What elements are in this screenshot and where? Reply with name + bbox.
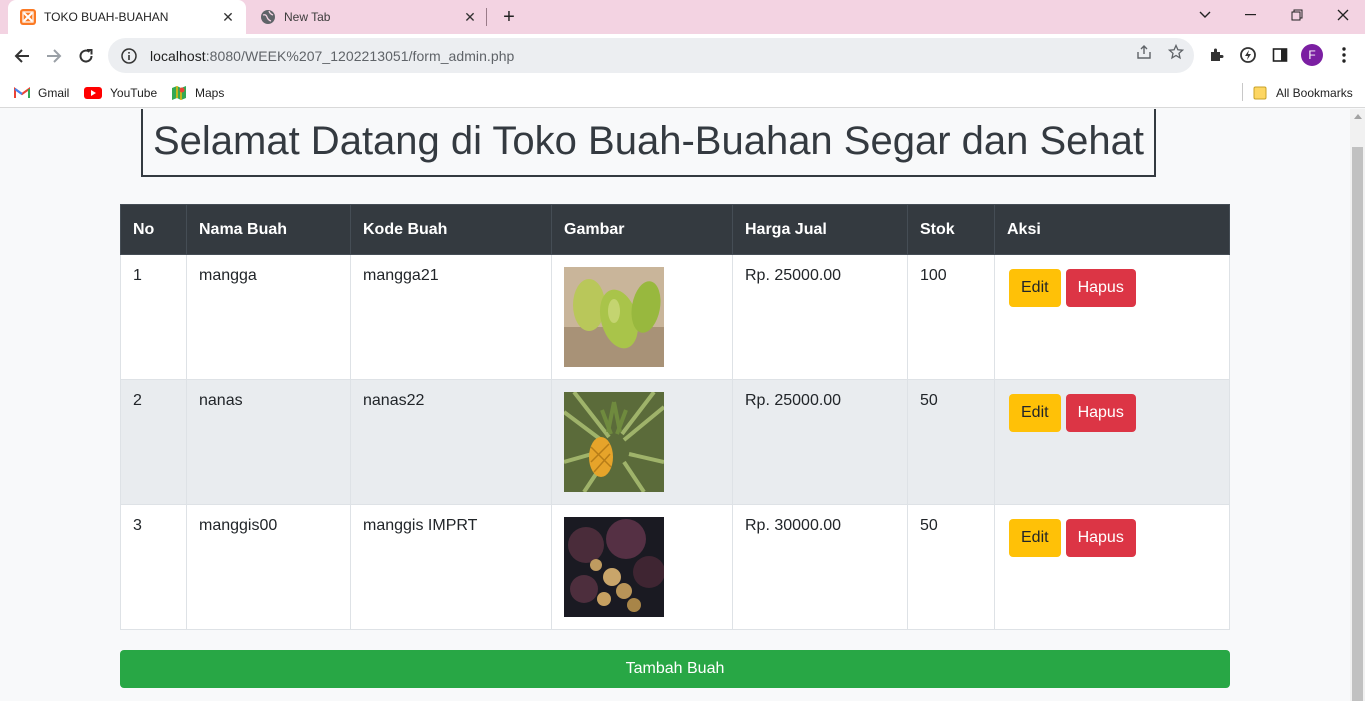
cell-kode: mangga21 <box>350 254 552 380</box>
folder-icon <box>1252 85 1268 101</box>
bookmarks-bar: Gmail YouTube Maps All Bookmarks <box>0 78 1365 108</box>
side-panel-icon[interactable] <box>1268 43 1292 67</box>
cell-aksi: Edit Hapus <box>994 379 1230 505</box>
scrollbar-thumb[interactable] <box>1352 147 1363 701</box>
star-icon[interactable] <box>1166 42 1186 62</box>
bookmark-youtube[interactable]: YouTube <box>84 82 157 104</box>
extensions-icon[interactable] <box>1204 43 1228 67</box>
cell-aksi: Edit Hapus <box>994 254 1230 380</box>
col-header-no: No <box>120 204 187 255</box>
col-header-harga: Harga Jual <box>732 204 908 255</box>
tab-title: New Tab <box>284 10 331 24</box>
mangosteen-image <box>564 517 664 617</box>
cell-nama: manggis00 <box>186 504 351 630</box>
page-viewport: Selamat Datang di Toko Buah-Buahan Segar… <box>0 109 1350 701</box>
col-header-kode: Kode Buah <box>350 204 552 255</box>
all-bookmarks[interactable]: All Bookmarks <box>1252 82 1353 104</box>
all-bookmarks-label: All Bookmarks <box>1276 86 1353 100</box>
address-bar[interactable]: localhost:8080/WEEK%207_1202213051/form_… <box>108 38 1194 73</box>
cell-no: 3 <box>120 504 187 630</box>
table-header-row: No Nama Buah Kode Buah Gambar Harga Jual… <box>120 204 1230 255</box>
pineapple-image <box>564 392 664 492</box>
col-header-aksi: Aksi <box>994 204 1230 255</box>
cell-nama: nanas <box>186 379 351 505</box>
cell-aksi: Edit Hapus <box>994 504 1230 630</box>
forward-button[interactable] <box>40 42 68 70</box>
tab-toko-buah[interactable]: TOKO BUAH-BUAHAN ✕ <box>8 0 246 34</box>
close-window-button[interactable] <box>1320 0 1365 30</box>
table-row: 2 nanas nanas22 Rp. 25000.00 50 Edit Hapu… <box>120 379 1230 505</box>
col-header-gambar: Gambar <box>551 204 733 255</box>
tab-strip: TOKO BUAH-BUAHAN ✕ New Tab ✕ + <box>0 0 1365 34</box>
browser-toolbar: localhost:8080/WEEK%207_1202213051/form_… <box>0 34 1365 78</box>
back-button[interactable] <box>8 42 36 70</box>
new-tab-button[interactable]: + <box>498 5 520 29</box>
hapus-button[interactable]: Hapus <box>1065 394 1136 432</box>
col-header-nama: Nama Buah <box>186 204 351 255</box>
cell-nama: mangga <box>186 254 351 380</box>
share-icon[interactable] <box>1134 42 1154 62</box>
tab-search-icon[interactable] <box>1182 0 1228 30</box>
maps-icon <box>171 85 187 101</box>
bookmark-label: Maps <box>195 86 225 100</box>
tab-divider <box>486 8 487 26</box>
cell-stok: 100 <box>907 254 995 380</box>
bookmark-label: Gmail <box>38 86 70 100</box>
cell-kode: nanas22 <box>350 379 552 505</box>
col-header-stok: Stok <box>907 204 995 255</box>
url-text: localhost:8080/WEEK%207_1202213051/form_… <box>150 48 514 64</box>
edit-button[interactable]: Edit <box>1009 269 1061 307</box>
close-icon[interactable]: ✕ <box>220 9 236 25</box>
performance-icon[interactable] <box>1236 43 1260 67</box>
table-row: 1 mangga mangga21 Rp. 25000.00 100 Edit … <box>120 254 1230 380</box>
page-scrollbar[interactable] <box>1350 109 1365 701</box>
cell-stok: 50 <box>907 379 995 505</box>
cell-harga: Rp. 25000.00 <box>732 379 908 505</box>
table-row: 3 manggis00 manggis IMPRT Rp. 30000.00 5… <box>120 504 1230 630</box>
bookmark-gmail[interactable]: Gmail <box>14 82 69 104</box>
fruit-table: No Nama Buah Kode Buah Gambar Harga Jual… <box>120 204 1230 630</box>
cell-gambar <box>551 379 733 505</box>
tab-title: TOKO BUAH-BUAHAN <box>44 10 169 24</box>
mango-image <box>564 267 664 367</box>
gmail-icon <box>14 85 30 101</box>
info-icon[interactable] <box>120 47 138 65</box>
arrow-left-icon <box>14 49 29 63</box>
cell-no: 1 <box>120 254 187 380</box>
globe-icon <box>261 10 275 24</box>
close-icon[interactable]: ✕ <box>462 9 478 25</box>
minimize-button[interactable] <box>1228 0 1274 30</box>
edit-button[interactable]: Edit <box>1009 519 1061 557</box>
bookmarks-divider <box>1242 83 1243 101</box>
cell-no: 2 <box>120 379 187 505</box>
cell-gambar <box>551 504 733 630</box>
more-menu-icon[interactable] <box>1332 43 1356 67</box>
cell-kode: manggis IMPRT <box>350 504 552 630</box>
reload-icon <box>79 49 93 63</box>
cell-gambar <box>551 254 733 380</box>
hapus-button[interactable]: Hapus <box>1065 269 1136 307</box>
cell-stok: 50 <box>907 504 995 630</box>
tab-new-tab[interactable]: New Tab ✕ <box>248 0 488 34</box>
bookmark-label: YouTube <box>110 86 158 100</box>
hapus-button[interactable]: Hapus <box>1065 519 1136 557</box>
cell-harga: Rp. 25000.00 <box>732 254 908 380</box>
cell-harga: Rp. 30000.00 <box>732 504 908 630</box>
url-host: localhost <box>150 47 206 64</box>
url-path: :8080/WEEK%207_1202213051/form_admin.php <box>205 47 515 64</box>
profile-avatar[interactable]: F <box>1301 44 1323 66</box>
tambah-buah-button[interactable]: Tambah Buah <box>120 650 1230 688</box>
bookmark-maps[interactable]: Maps <box>171 82 224 104</box>
restore-button[interactable] <box>1274 0 1320 30</box>
edit-button[interactable]: Edit <box>1009 394 1061 432</box>
xampp-icon <box>20 9 36 25</box>
page-title: Selamat Datang di Toko Buah-Buahan Segar… <box>141 109 1156 177</box>
reload-button[interactable] <box>72 42 100 70</box>
youtube-icon <box>84 85 102 101</box>
scroll-up-icon[interactable] <box>1354 114 1362 119</box>
arrow-right-icon <box>47 49 62 63</box>
